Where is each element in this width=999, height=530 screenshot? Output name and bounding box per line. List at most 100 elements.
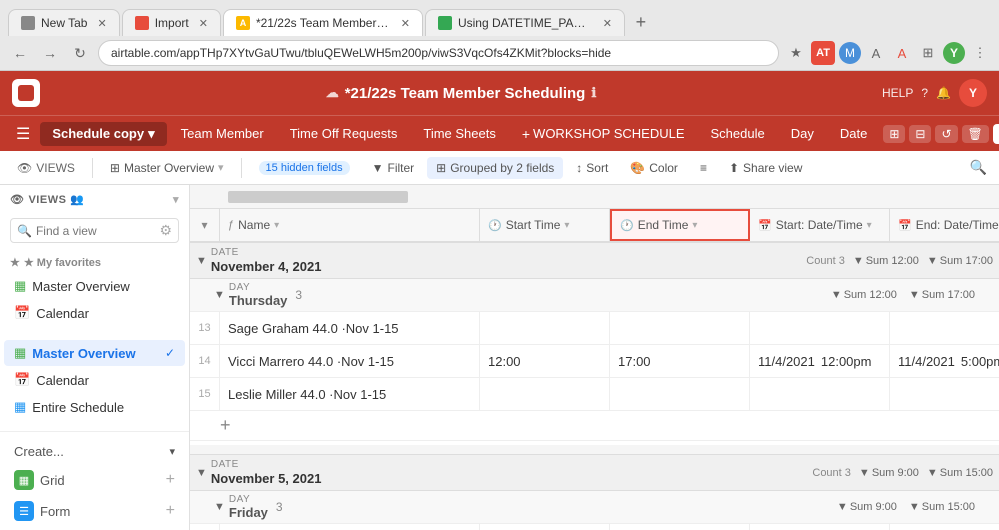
row-start-cell[interactable] bbox=[480, 524, 610, 530]
row-end-cell[interactable] bbox=[610, 312, 750, 344]
row-startdt-cell[interactable] bbox=[750, 312, 890, 344]
row-enddt-cell[interactable] bbox=[890, 378, 999, 410]
tab-close-icon[interactable]: ✕ bbox=[401, 17, 410, 30]
tab-close-icon[interactable]: ✕ bbox=[603, 17, 612, 30]
sidebar-settings-icon[interactable]: 👥 bbox=[70, 193, 84, 206]
tab-import[interactable]: Import ✕ bbox=[122, 9, 221, 36]
hamburger-menu[interactable]: ☰ bbox=[8, 120, 38, 148]
row-name-cell[interactable]: Leslie Miller 44.0 ·Nov 1-15 bbox=[220, 378, 480, 410]
sort-button[interactable]: ↕ Sort bbox=[567, 157, 617, 179]
nav-tab-day[interactable]: Day bbox=[779, 122, 826, 145]
row-end-cell[interactable]: 17:00 bbox=[610, 345, 750, 377]
views-toggle-button[interactable]: 👁 VIEWS bbox=[8, 157, 84, 179]
tab-scheduling[interactable]: A *21/22s Team Member Sched... ✕ bbox=[223, 9, 423, 36]
hidden-fields-button[interactable]: 15 hidden fields bbox=[250, 157, 359, 179]
col-end-header[interactable]: 🕐 End Time ▾ bbox=[610, 209, 750, 241]
table-row[interactable]: 15 Leslie Miller 44.0 ·Nov 1-15 bbox=[190, 378, 999, 411]
nav-tab-team-member[interactable]: Team Member bbox=[169, 122, 276, 145]
back-button[interactable]: ← bbox=[8, 41, 32, 65]
group-nov4-header[interactable]: ▼ DATE November 4, 2021 Count 3 ▼ Sum 12… bbox=[190, 243, 999, 279]
row-startdt-cell[interactable] bbox=[750, 378, 890, 410]
reload-button[interactable]: ↻ bbox=[68, 41, 92, 65]
day-group-thursday-header[interactable]: ▼ DAY Thursday 3 ▼ Sum 12:00 bbox=[190, 279, 999, 312]
col-enddt-header[interactable]: 📅 End: Date/Time ▾ bbox=[890, 209, 999, 241]
search-button[interactable]: 🔍 bbox=[966, 155, 991, 180]
table-row[interactable]: 16 Sage Graham 44.0 ·Nov 1-15 bbox=[190, 524, 999, 530]
tab-close-icon[interactable]: ✕ bbox=[97, 17, 106, 30]
master-overview-button[interactable]: ⊞ Master Overview ▾ bbox=[101, 157, 233, 179]
day-group-friday-header[interactable]: ▼ DAY Friday 3 ▼ Sum 9:00 bbox=[190, 491, 999, 524]
nav-tab-time-sheets[interactable]: Time Sheets bbox=[411, 122, 508, 145]
sidebar-item-calendar-fav[interactable]: 📅 Calendar bbox=[4, 300, 185, 326]
create-item-form[interactable]: ☰ Form + bbox=[4, 496, 185, 526]
extensions-icon[interactable]: ⊞ bbox=[917, 42, 939, 64]
col-name-header[interactable]: ƒ Name ▾ bbox=[220, 209, 480, 241]
row-enddt-cell[interactable]: 11/4/2021 5:00pm bbox=[890, 345, 999, 377]
col-expand[interactable]: ▾ bbox=[190, 209, 220, 241]
user-icon[interactable]: M bbox=[839, 42, 861, 64]
forward-button[interactable]: → bbox=[38, 41, 62, 65]
app-logo[interactable] bbox=[12, 79, 40, 107]
add-row-button[interactable]: + bbox=[190, 411, 999, 441]
row-end-cell[interactable] bbox=[610, 524, 750, 530]
font-icon[interactable]: A bbox=[865, 42, 887, 64]
tab-close-icon[interactable]: ✕ bbox=[199, 17, 208, 30]
sidebar-item-master-overview-fav[interactable]: ▦ Master Overview bbox=[4, 273, 185, 299]
row-height-button[interactable]: ≡ bbox=[691, 157, 716, 179]
user-avatar[interactable]: Y bbox=[959, 79, 987, 107]
table-row[interactable]: 14 Vicci Marrero 44.0 ·Nov 1-15 12:00 17… bbox=[190, 345, 999, 378]
nav-tab-time-off[interactable]: Time Off Requests bbox=[278, 122, 410, 145]
pdf-icon[interactable]: A bbox=[891, 42, 913, 64]
tab-datetime[interactable]: Using DATETIME_PARSE() for... ✕ bbox=[425, 9, 625, 36]
row-startdt-cell[interactable]: 11/4/2021 12:00pm bbox=[750, 345, 890, 377]
nav-tab-schedule[interactable]: Schedule bbox=[699, 122, 777, 145]
color-button[interactable]: 🎨 Color bbox=[621, 157, 687, 179]
nav-tab-schedule-copy[interactable]: Schedule copy ▾ bbox=[40, 122, 166, 146]
plus-icon[interactable]: + bbox=[166, 502, 175, 520]
bell-icon[interactable]: 🔔 bbox=[936, 86, 951, 100]
row-name-cell[interactable]: Sage Graham 44.0 ·Nov 1-15 bbox=[220, 524, 480, 530]
profile-icon[interactable]: Y bbox=[943, 42, 965, 64]
nav-icon-2[interactable]: ⊟ bbox=[909, 125, 931, 143]
group-button[interactable]: ⊞ Grouped by 2 fields bbox=[427, 157, 563, 179]
nav-icon-1[interactable]: ⊞ bbox=[883, 125, 905, 143]
question-icon[interactable]: ? bbox=[921, 86, 928, 100]
sidebar-create-button[interactable]: Create... ▾ bbox=[4, 440, 185, 463]
row-start-cell[interactable]: 12:00 bbox=[480, 345, 610, 377]
share-button[interactable]: SHARE bbox=[993, 124, 999, 144]
address-input[interactable] bbox=[98, 40, 779, 66]
day-collapse-icon[interactable]: ▼ bbox=[214, 501, 225, 513]
row-start-cell[interactable] bbox=[480, 312, 610, 344]
sidebar-item-calendar[interactable]: 📅 Calendar bbox=[4, 367, 185, 393]
nav-tab-workshop[interactable]: + WORKSHOP SCHEDULE bbox=[510, 122, 697, 146]
col-startdt-header[interactable]: 📅 Start: Date/Time ▾ bbox=[750, 209, 890, 241]
group-collapse-icon[interactable]: ▼ bbox=[196, 255, 207, 267]
col-start-header[interactable]: 🕐 Start Time ▾ bbox=[480, 209, 610, 241]
row-start-cell[interactable] bbox=[480, 378, 610, 410]
sidebar-item-master-overview[interactable]: ▦ Master Overview ✓ bbox=[4, 340, 185, 366]
plus-icon[interactable]: + bbox=[166, 471, 175, 489]
new-tab-button[interactable]: + bbox=[627, 8, 655, 36]
filter-button[interactable]: ▼ Filter bbox=[363, 157, 424, 179]
sidebar-settings-gear[interactable]: ⚙ bbox=[159, 222, 172, 239]
nav-tab-date[interactable]: Date bbox=[828, 122, 879, 145]
row-startdt-cell[interactable] bbox=[750, 524, 890, 530]
group-collapse-icon[interactable]: ▼ bbox=[196, 467, 207, 479]
row-name-cell[interactable]: Sage Graham 44.0 ·Nov 1-15 bbox=[220, 312, 480, 344]
sidebar-item-entire-schedule[interactable]: ▦ Entire Schedule bbox=[4, 394, 185, 420]
nav-icon-4[interactable]: 🗑 bbox=[962, 125, 989, 143]
sidebar-search-input[interactable] bbox=[36, 224, 155, 238]
share-view-button[interactable]: ⬆ Share view bbox=[720, 157, 811, 179]
create-item-grid[interactable]: ▦ Grid + bbox=[4, 465, 185, 495]
day-collapse-icon[interactable]: ▼ bbox=[214, 289, 225, 301]
sidebar-chevron-icon[interactable]: ▾ bbox=[173, 193, 179, 206]
tab-new-tab[interactable]: New Tab ✕ bbox=[8, 9, 120, 36]
info-icon[interactable]: ℹ bbox=[591, 85, 596, 101]
nav-icon-3[interactable]: ↺ bbox=[935, 125, 957, 143]
help-button[interactable]: HELP bbox=[882, 86, 913, 100]
bookmark-icon[interactable]: ★ bbox=[785, 42, 807, 64]
row-enddt-cell[interactable] bbox=[890, 312, 999, 344]
row-enddt-cell[interactable] bbox=[890, 524, 999, 530]
group-nov5-header[interactable]: ▼ DATE November 5, 2021 Count 3 ▼ Sum 9:… bbox=[190, 455, 999, 491]
table-row[interactable]: 13 Sage Graham 44.0 ·Nov 1-15 bbox=[190, 312, 999, 345]
